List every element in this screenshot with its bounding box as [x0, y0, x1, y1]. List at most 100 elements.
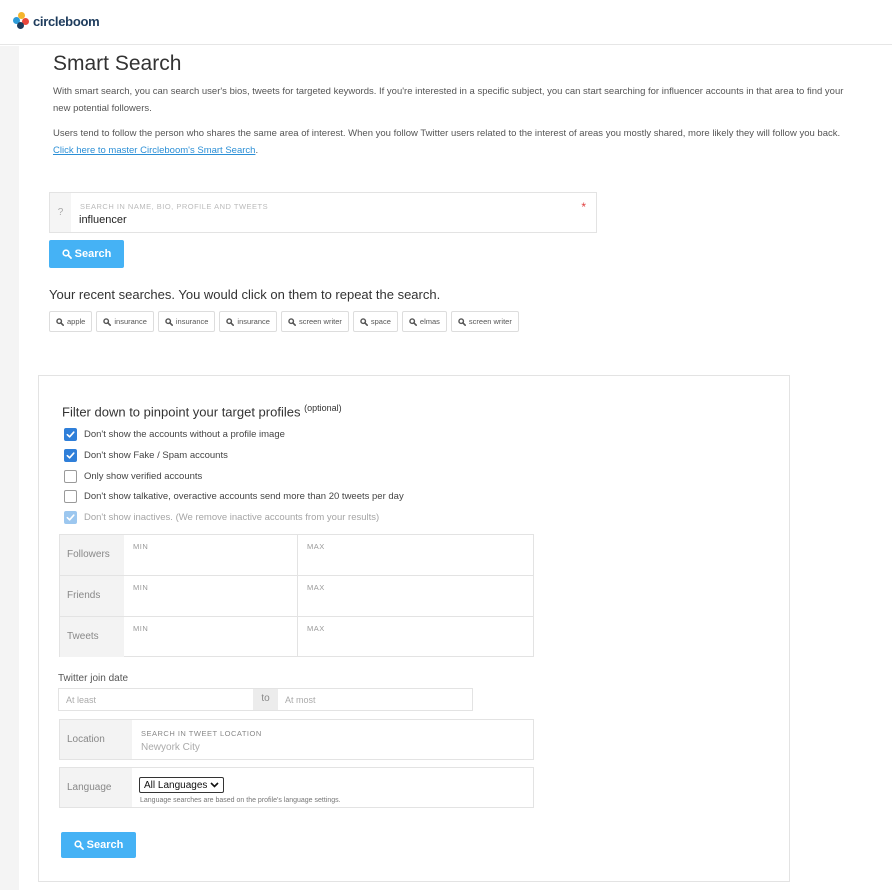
- checkbox-label: Don't show the accounts without a profil…: [84, 429, 285, 440]
- keyword-search-field: ? SEARCH IN NAME, BIO, PROFILE AND TWEET…: [49, 192, 597, 233]
- chevron-down-icon: [210, 782, 219, 788]
- search-icon: [226, 317, 235, 326]
- recent-searches-list: apple insurance insurance insurance screen w…: [49, 311, 519, 332]
- checkmark-icon: [66, 514, 75, 521]
- followers-min-field[interactable]: MIN: [124, 535, 298, 575]
- recent-search-chip[interactable]: insurance: [157, 311, 216, 332]
- filter-optional-note: (optional): [304, 403, 342, 413]
- filter-title: Filter down to pinpoint your target prof…: [62, 403, 342, 419]
- recent-search-chip[interactable]: screen writer: [450, 311, 519, 332]
- search-button[interactable]: Search: [49, 240, 124, 268]
- friends-min-field[interactable]: MIN: [124, 576, 298, 616]
- range-row-friends: Friends MIN MAX: [60, 576, 533, 617]
- search-icon: [360, 317, 368, 326]
- search-icon: [74, 840, 84, 850]
- intro-paragraph-1: With smart search, you can search user's…: [53, 86, 844, 114]
- search-icon: [288, 317, 296, 326]
- search-button-label: Search: [74, 248, 112, 260]
- checkbox-label: Don't show Fake / Spam accounts: [84, 450, 228, 461]
- intro-paragraph-2: Users tend to follow the person who shar…: [53, 125, 863, 159]
- checkbox-no-inactives: Don't show inactives. (We remove inactiv…: [64, 511, 379, 524]
- recent-search-chip-label: apple: [67, 317, 86, 326]
- recent-search-chip-label: insurance: [237, 317, 270, 326]
- search-icon: [62, 249, 72, 259]
- left-gutter: [0, 46, 19, 890]
- join-date-from-input[interactable]: At least: [59, 689, 253, 710]
- filter-title-text: Filter down to pinpoint your target prof…: [62, 404, 301, 420]
- circleboom-logo-icon: [13, 12, 31, 30]
- search-field-label: SEARCH IN NAME, BIO, PROFILE AND TWEETS: [80, 202, 269, 211]
- brand-name: circleboom: [33, 13, 100, 29]
- search-icon: [103, 317, 112, 326]
- range-row-tweets: Tweets MIN MAX: [60, 617, 533, 658]
- intro-text-2: Users tend to follow the person who shar…: [53, 128, 841, 139]
- search-icon: [458, 317, 466, 326]
- checkbox-label: Don't show inactives. (We remove inactiv…: [84, 512, 380, 523]
- search-icon: [56, 317, 64, 326]
- recent-search-chip[interactable]: apple: [49, 311, 93, 332]
- recent-search-chip-label: screen writer: [468, 317, 512, 326]
- required-marker: *: [581, 200, 586, 214]
- recent-searches-title: Your recent searches. You would click on…: [49, 287, 441, 302]
- join-date-range: At least to At most: [58, 688, 473, 711]
- max-label: MAX: [307, 624, 325, 633]
- filter-search-button[interactable]: Search: [61, 832, 136, 858]
- max-label: MAX: [307, 583, 325, 592]
- search-icon: [165, 317, 173, 326]
- join-date-to-input[interactable]: At most: [278, 689, 472, 710]
- language-select[interactable]: All Languages: [139, 777, 225, 793]
- location-mini-label: SEARCH IN TWEET LOCATION: [141, 729, 262, 738]
- intro-section: Smart Search With smart search, you can …: [53, 50, 873, 159]
- checkmark-icon: [66, 431, 75, 438]
- checkbox-label: Don't show talkative, overactive account…: [84, 491, 404, 502]
- range-row-followers: Followers MIN MAX: [60, 535, 533, 576]
- followers-max-field[interactable]: MAX: [298, 535, 533, 575]
- recent-search-chip[interactable]: screen writer: [280, 311, 349, 332]
- checkbox-no-profile-image[interactable]: Don't show the accounts without a profil…: [64, 428, 285, 441]
- checkbox-only-verified[interactable]: Only show verified accounts: [64, 470, 202, 483]
- recent-search-chip-label: elmas: [419, 317, 440, 326]
- filter-panel: Filter down to pinpoint your target prof…: [38, 375, 790, 882]
- master-smart-search-link[interactable]: Click here to master Circleboom's Smart …: [53, 145, 255, 156]
- recent-search-chip[interactable]: elmas: [401, 311, 447, 332]
- min-label: MIN: [133, 583, 149, 592]
- filter-search-button-label: Search: [86, 839, 124, 851]
- checkbox-no-talkative[interactable]: Don't show talkative, overactive account…: [64, 490, 404, 503]
- join-date-label: Twitter join date: [58, 673, 129, 684]
- help-icon[interactable]: ?: [50, 193, 71, 232]
- join-date-separator: to: [253, 689, 278, 710]
- min-label: MIN: [133, 542, 149, 551]
- location-filter[interactable]: Location SEARCH IN TWEET LOCATION Newyor…: [59, 719, 534, 760]
- friends-max-field[interactable]: MAX: [298, 576, 533, 616]
- recent-search-chip[interactable]: space: [352, 311, 398, 332]
- brand-logo[interactable]: circleboom: [13, 12, 100, 30]
- recent-search-chip-label: insurance: [175, 317, 209, 326]
- search-icon: [409, 317, 417, 326]
- recent-search-chip-label: insurance: [114, 317, 147, 326]
- checkbox-box: [64, 511, 77, 524]
- checkbox-no-fake-spam[interactable]: Don't show Fake / Spam accounts: [64, 449, 228, 462]
- checkbox-label: Only show verified accounts: [84, 471, 203, 482]
- range-label: Friends: [60, 576, 124, 616]
- checkbox-box[interactable]: [64, 490, 77, 503]
- recent-search-chip-label: space: [370, 317, 391, 326]
- checkbox-box[interactable]: [64, 449, 77, 462]
- location-label: Location: [60, 720, 132, 759]
- max-label: MAX: [307, 542, 325, 551]
- intro-link-suffix: .: [255, 145, 259, 156]
- checkbox-box[interactable]: [64, 470, 77, 483]
- language-selected: All Languages: [144, 779, 208, 791]
- checkmark-icon: [66, 452, 75, 459]
- checkbox-box[interactable]: [64, 428, 77, 441]
- page-title: Smart Search: [53, 52, 182, 75]
- tweets-max-field[interactable]: MAX: [298, 617, 533, 657]
- top-bar: circleboom: [0, 0, 892, 45]
- search-input[interactable]: [79, 214, 559, 226]
- range-label: Tweets: [60, 617, 124, 657]
- recent-search-chip[interactable]: insurance: [219, 311, 277, 332]
- recent-search-chip[interactable]: insurance: [96, 311, 154, 332]
- language-note: Language searches are based on the profi…: [140, 797, 341, 804]
- location-input[interactable]: Newyork City: [141, 742, 200, 753]
- recent-search-chip-label: screen writer: [298, 317, 342, 326]
- tweets-min-field[interactable]: MIN: [124, 617, 298, 657]
